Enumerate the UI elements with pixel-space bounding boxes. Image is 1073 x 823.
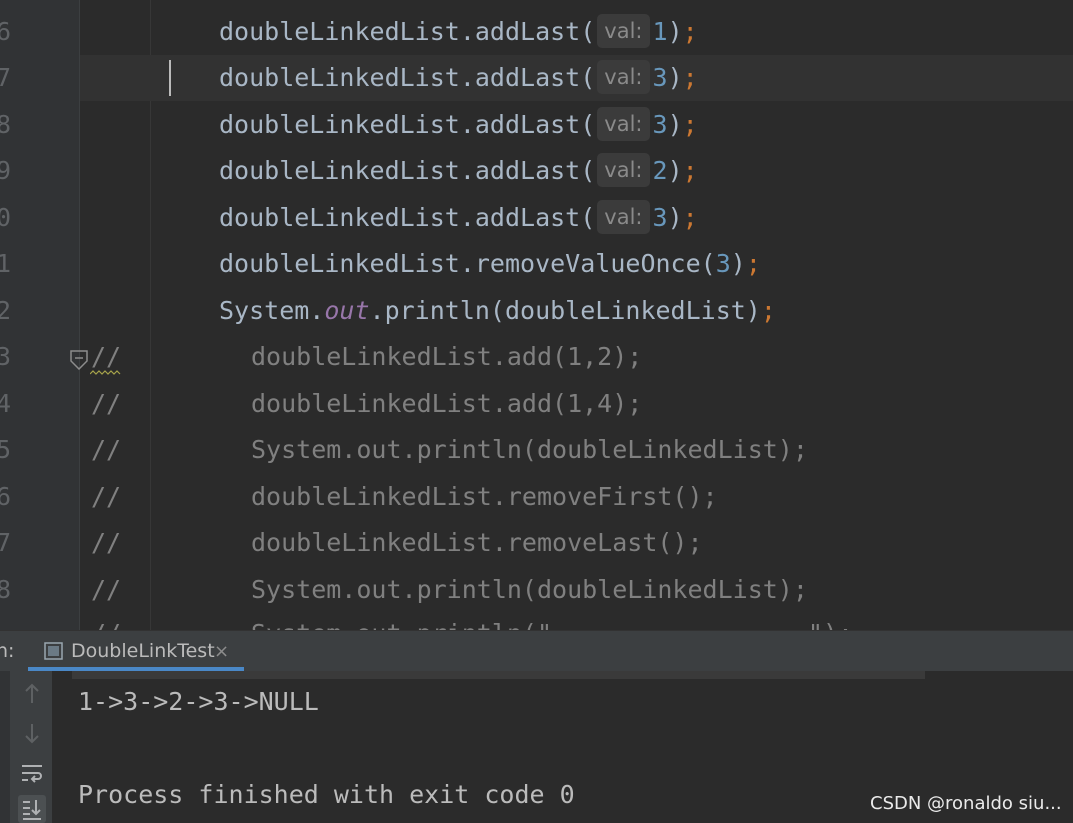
code-line[interactable]: 2 System.out.println(doubleLinkedList); — [0, 288, 1073, 334]
line-number: 5 — [0, 435, 12, 464]
close-paren: ) — [667, 110, 683, 139]
code-line[interactable]: 7 doubleLinkedList.addLast(val: 3); — [0, 55, 1073, 101]
number-literal: 1 — [652, 17, 668, 46]
method-call: .addLast( — [459, 63, 596, 92]
console-icon — [44, 642, 63, 660]
line-number: 8 — [0, 110, 12, 139]
parameter-hint: val: — [597, 14, 650, 48]
run-label: n: — [0, 640, 15, 662]
code-line[interactable]: 9 doubleLinkedList.addLast(val: 2); — [0, 148, 1073, 194]
console-exit-line: Process finished with exit code 0 — [78, 780, 575, 809]
static-field: out — [324, 296, 370, 325]
method-call: .addLast( — [459, 203, 596, 232]
close-paren: ) — [667, 156, 683, 185]
code-line[interactable]: 0 doubleLinkedList.addLast(val: 3); — [0, 195, 1073, 241]
semicolon: ; — [760, 296, 776, 325]
line-number: 9 — [0, 156, 12, 185]
commented-code: doubleLinkedList.removeLast(); — [251, 528, 703, 557]
scroll-to-end-icon[interactable] — [18, 795, 46, 823]
method-call: .addLast( — [459, 17, 596, 46]
commented-code: doubleLinkedList.add(1,4); — [251, 389, 643, 418]
code-line[interactable]: 4 // doubleLinkedList.add(1,4); — [0, 381, 1073, 427]
watermark: CSDN @ronaldo siu... — [870, 793, 1062, 814]
identifier: doubleLinkedList — [219, 63, 460, 92]
arrow-up-icon[interactable] — [18, 680, 46, 708]
code-line[interactable]: 1 doubleLinkedList.removeValueOnce(3); — [0, 241, 1073, 287]
number-literal: 3 — [652, 203, 668, 232]
comment-marker: // — [91, 611, 121, 630]
code-line[interactable]: // System.out.println("-----------------… — [0, 611, 1073, 630]
commented-code: System.out.println("-----------------"); — [251, 611, 853, 630]
parameter-hint: val: — [597, 153, 650, 187]
arrow-down-icon[interactable] — [18, 719, 46, 747]
comment-marker: // — [91, 435, 122, 464]
line-number: 6 — [0, 17, 12, 46]
identifier: doubleLinkedList — [219, 156, 460, 185]
method-call: .addLast( — [459, 156, 596, 185]
commented-code: doubleLinkedList.removeFirst(); — [251, 482, 718, 511]
comment-marker: // — [91, 482, 122, 511]
semicolon: ; — [682, 110, 698, 139]
console-output-line: 1->3->2->3->NULL — [78, 687, 319, 716]
line-number: 1 — [0, 249, 12, 278]
comment-marker: // — [91, 389, 122, 418]
identifier: doubleLinkedList — [219, 17, 460, 46]
parameter-hint: val: — [597, 200, 650, 234]
parameter-hint: val: — [597, 107, 650, 141]
comment-marker: // — [91, 528, 122, 557]
line-number: 2 — [0, 296, 12, 325]
method-call: .removeValueOnce( — [459, 249, 716, 278]
line-number: 8 — [0, 575, 12, 604]
run-tool-window-header: n: DoubleLinkTest × — [0, 630, 1073, 671]
warning-underline — [90, 370, 121, 375]
line-number: 6 — [0, 482, 12, 511]
toolbar-strip — [0, 671, 10, 823]
horizontal-scrollbar[interactable] — [72, 671, 925, 679]
commented-code: System.out.println(doubleLinkedList); — [251, 435, 808, 464]
number-literal: 2 — [652, 156, 668, 185]
method-call: .println(doubleLinkedList) — [369, 296, 761, 325]
line-number: 3 — [0, 342, 12, 371]
code-line[interactable]: 3 // doubleLinkedList.add(1,2); — [0, 334, 1073, 380]
soft-wrap-icon[interactable] — [18, 759, 46, 787]
identifier: doubleLinkedList — [219, 203, 460, 232]
semicolon: ; — [682, 17, 698, 46]
semicolon: ; — [682, 63, 698, 92]
line-number: 7 — [0, 528, 12, 557]
commented-code: doubleLinkedList.add(1,2); — [251, 342, 643, 371]
method-call: .addLast( — [459, 110, 596, 139]
code-line[interactable]: 7 // doubleLinkedList.removeLast(); — [0, 520, 1073, 566]
code-line[interactable]: 8 doubleLinkedList.addLast(val: 3); — [0, 102, 1073, 148]
code-editor[interactable]: 6 doubleLinkedList.addLast(val: 1); 7 dou… — [0, 0, 1073, 630]
code-line[interactable]: 5 // System.out.println(doubleLinkedList… — [0, 427, 1073, 473]
fold-marker-icon[interactable] — [70, 350, 88, 370]
identifier: doubleLinkedList — [219, 249, 460, 278]
number-literal: 3 — [652, 63, 668, 92]
line-number: 0 — [0, 203, 12, 232]
close-paren: ) — [667, 63, 683, 92]
tab-label: DoubleLinkTest — [71, 640, 215, 662]
close-paren: ) — [730, 249, 746, 278]
code-line[interactable]: 6 doubleLinkedList.addLast(val: 1); — [0, 9, 1073, 55]
code-line[interactable]: 6 // doubleLinkedList.removeFirst(); — [0, 474, 1073, 520]
class-name: System. — [219, 296, 325, 325]
identifier: doubleLinkedList — [219, 110, 460, 139]
semicolon: ; — [745, 249, 761, 278]
tab-doublelinktest[interactable]: DoubleLinkTest × — [28, 631, 244, 671]
semicolon: ; — [682, 203, 698, 232]
line-number: 4 — [0, 389, 12, 418]
number-literal: 3 — [715, 249, 731, 278]
commented-code: System.out.println(doubleLinkedList); — [251, 575, 808, 604]
semicolon: ; — [682, 156, 698, 185]
comment-marker: // — [91, 575, 122, 604]
line-number: 7 — [0, 63, 12, 92]
code-line[interactable]: 8 // System.out.println(doubleLinkedList… — [0, 567, 1073, 613]
close-paren: ) — [667, 17, 683, 46]
number-literal: 3 — [652, 110, 668, 139]
run-toolbar — [0, 671, 52, 823]
close-paren: ) — [667, 203, 683, 232]
parameter-hint: val: — [597, 60, 650, 94]
